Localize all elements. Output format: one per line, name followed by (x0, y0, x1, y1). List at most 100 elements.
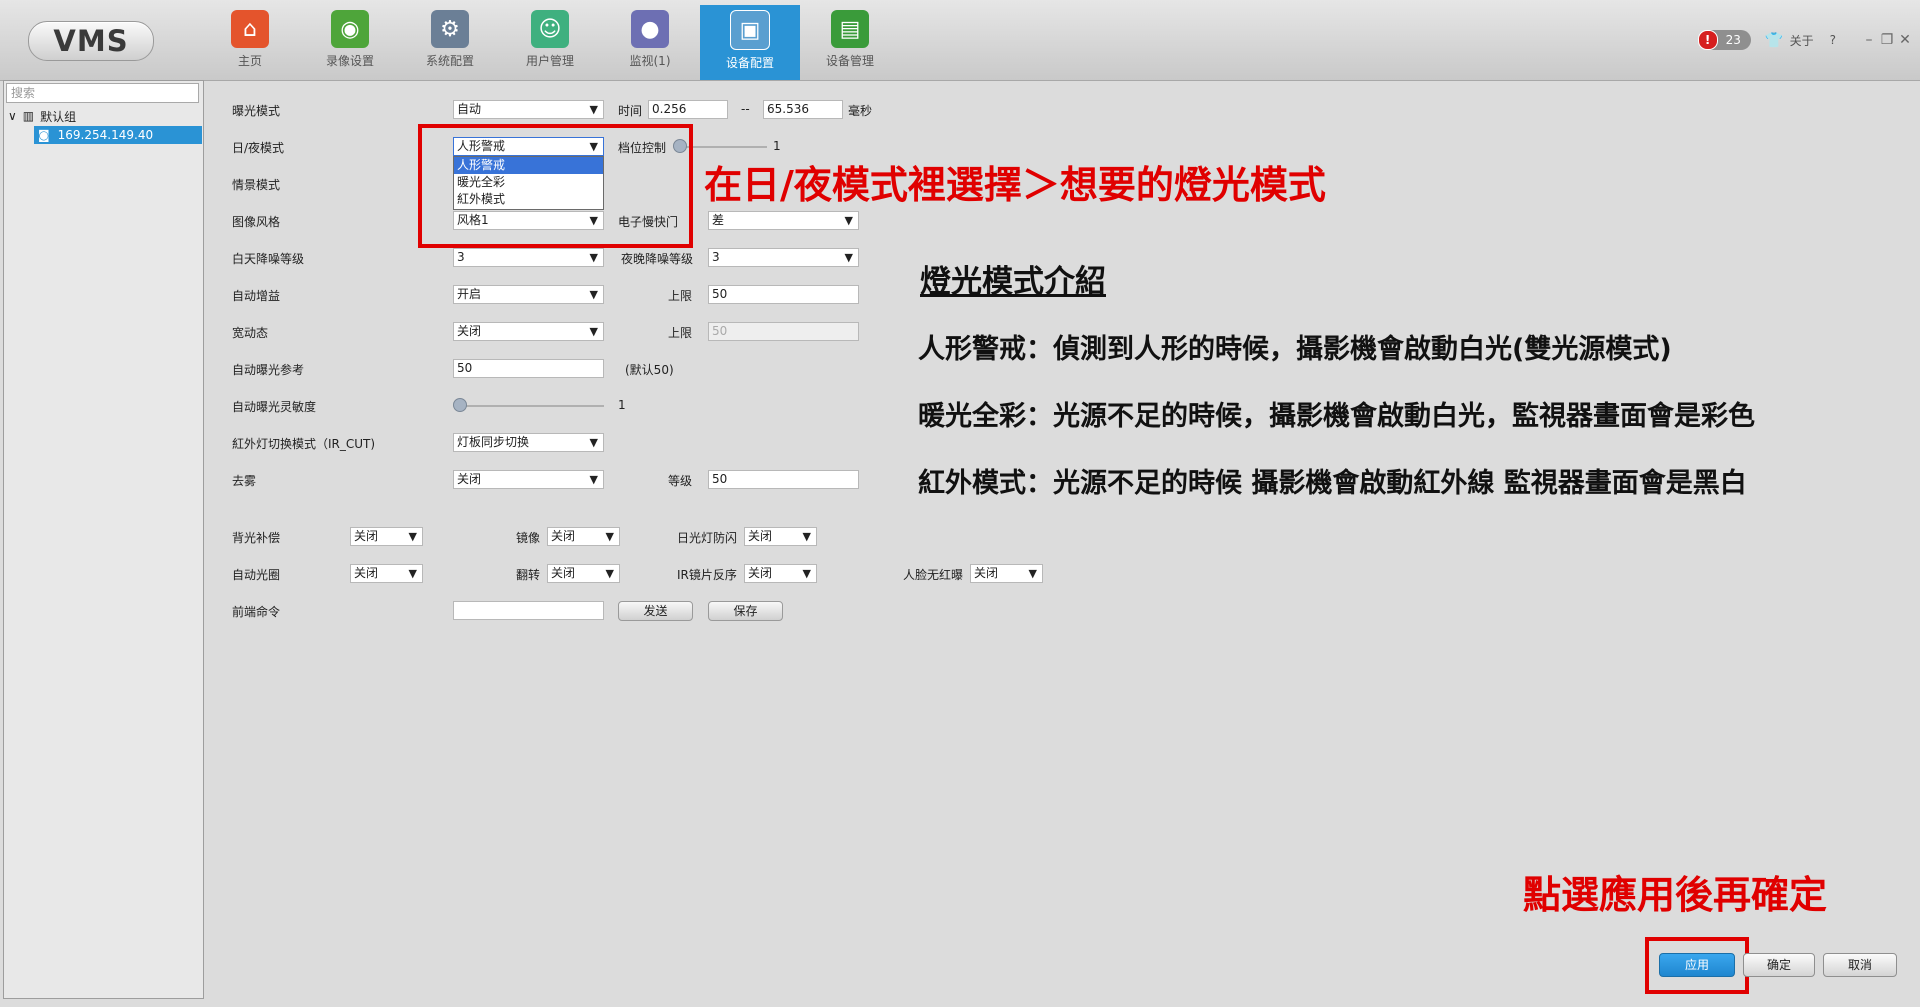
gear-control-value: 1 (773, 139, 781, 153)
intro-line-human-alert: 人形警戒：偵測到人形的時候，攝影機會啟動白光(雙光源模式) (918, 334, 1672, 365)
camera-icon: ◙ (38, 128, 50, 142)
about-link[interactable]: 👕 关于 (1765, 31, 1814, 49)
ae-sens-label: 自动曝光灵敏度 (232, 400, 317, 414)
help-button[interactable]: ? (1830, 33, 1836, 47)
auto-iris-select[interactable]: 关闭 ▼ (350, 564, 423, 583)
minimize-icon[interactable]: – (1860, 32, 1878, 48)
time-separator: -- (741, 102, 750, 116)
nav-record-settings[interactable]: ◉ 录像设置 (300, 5, 400, 80)
blc-select[interactable]: 关闭 ▼ (350, 527, 423, 546)
dropdown-arrow-icon: ▼ (1028, 567, 1037, 580)
tree-group-default[interactable]: ∨ ▥ 默认组 (8, 107, 76, 125)
about-label: 关于 (1789, 33, 1814, 48)
mirror-value: 关闭 (551, 529, 576, 543)
ir-swap-label: IR镜片反序 (677, 568, 737, 582)
dropdown-arrow-icon: ▼ (589, 325, 598, 338)
camera-icon: ● (631, 10, 669, 48)
select-hint-text: 在日/夜模式裡選擇＞想要的燈光模式 (704, 163, 1326, 207)
blc-label: 背光补偿 (232, 531, 281, 545)
alarm-count: 23 (1725, 33, 1741, 47)
ae-sens-value: 1 (618, 398, 626, 412)
time-unit: 毫秒 (848, 104, 873, 118)
nav-system-config-label: 系统配置 (425, 54, 474, 68)
nav-user-manage[interactable]: ☺ 用户管理 (500, 5, 600, 80)
chevron-down-icon: ∨ (8, 109, 17, 123)
time-min-input[interactable]: 0.256 (648, 100, 728, 119)
wdr-select[interactable]: 关闭 ▼ (453, 322, 604, 341)
save-button[interactable]: 保存 (708, 601, 783, 621)
nav-system-config[interactable]: ⚙ 系统配置 (400, 5, 500, 80)
time-max-input[interactable]: 65.536 (763, 100, 843, 119)
nav-monitor-label: 监视(1) (629, 54, 671, 68)
night-nr-select[interactable]: 3 ▼ (708, 248, 859, 267)
nav-record-settings-label: 录像设置 (325, 54, 374, 68)
apply-hint-text: 點選應用後再確定 (1523, 873, 1828, 917)
apply-button[interactable]: 应用 (1659, 953, 1735, 977)
scene-mode-label: 情景模式 (232, 178, 281, 192)
agc-limit-input[interactable]: 50 (708, 285, 859, 304)
mirror-label: 镜像 (516, 531, 541, 545)
flip-label: 翻转 (516, 568, 541, 582)
main-nav: ⌂ 主页 ◉ 录像设置 ⚙ 系统配置 ☺ 用户管理 ● 监视(1) ▣ 设备配置… (200, 5, 900, 80)
alarm-badge[interactable]: ! 23 (1697, 30, 1751, 50)
ae-sens-knob[interactable] (453, 398, 467, 412)
wdr-limit-input[interactable]: 50 (708, 322, 859, 341)
defog-label: 去雾 (232, 474, 257, 488)
device-config-icon: ▣ (730, 10, 770, 50)
anti-flicker-value: 关闭 (748, 529, 773, 543)
tree-device-item[interactable]: ◙ 169.254.149.40 (34, 126, 202, 144)
ae-sens-slider[interactable] (459, 405, 604, 407)
agc-label: 自动增益 (232, 289, 281, 303)
user-icon: ☺ (531, 10, 569, 48)
front-cmd-input[interactable] (453, 601, 604, 620)
exposure-mode-select[interactable]: 自动 ▼ (453, 100, 604, 119)
mirror-select[interactable]: 关闭 ▼ (547, 527, 620, 546)
defog-level-input[interactable]: 50 (708, 470, 859, 489)
ir-swap-select[interactable]: 关闭 ▼ (744, 564, 817, 583)
ae-ref-label: 自动曝光参考 (232, 363, 305, 377)
shirt-icon: 👕 (1764, 31, 1784, 49)
day-nr-select[interactable]: 3 ▼ (453, 248, 604, 267)
face-ir-value: 关闭 (974, 566, 999, 580)
nav-device-config[interactable]: ▣ 设备配置 (700, 5, 800, 80)
search-input[interactable]: 搜索 (6, 83, 199, 103)
nav-device-manage[interactable]: ▤ 设备管理 (800, 5, 900, 80)
face-ir-select[interactable]: 关闭 ▼ (970, 564, 1043, 583)
header-right: ! 23 👕 关于 ? – ❐ ✕ (1697, 28, 1920, 52)
agc-select[interactable]: 开启 ▼ (453, 285, 604, 304)
flip-select[interactable]: 关闭 ▼ (547, 564, 620, 583)
device-ip: 169.254.149.40 (57, 128, 154, 142)
dropdown-arrow-icon: ▼ (844, 251, 853, 264)
ir-swap-value: 关闭 (748, 566, 773, 580)
restore-icon[interactable]: ❐ (1878, 32, 1896, 48)
shutter-select[interactable]: 差 ▼ (708, 211, 859, 230)
ok-button[interactable]: 确定 (1743, 953, 1815, 977)
defog-select[interactable]: 关闭 ▼ (453, 470, 604, 489)
anti-flicker-label: 日光灯防闪 (677, 531, 738, 545)
exposure-mode-label: 曝光模式 (232, 104, 281, 118)
dropdown-arrow-icon: ▼ (408, 530, 417, 543)
face-ir-label: 人脸无红曝 (903, 568, 964, 582)
dropdown-arrow-icon: ▼ (605, 530, 614, 543)
ae-ref-input[interactable]: 50 (453, 359, 604, 378)
auto-iris-label: 自动光圈 (232, 568, 281, 582)
send-button[interactable]: 发送 (618, 601, 693, 621)
nav-monitor[interactable]: ● 监视(1) (600, 5, 700, 80)
nav-home[interactable]: ⌂ 主页 (200, 5, 300, 80)
close-icon[interactable]: ✕ (1896, 32, 1914, 48)
dropdown-arrow-icon: ▼ (802, 530, 811, 543)
ircut-select[interactable]: 灯板同步切换 ▼ (453, 433, 604, 452)
auto-iris-value: 关闭 (354, 566, 379, 580)
wdr-value: 关闭 (457, 324, 482, 338)
cancel-button[interactable]: 取消 (1823, 953, 1897, 977)
dropdown-arrow-icon: ▼ (605, 567, 614, 580)
time-label: 时间 (618, 104, 643, 118)
app-header: VMS ⌂ 主页 ◉ 录像设置 ⚙ 系统配置 ☺ 用户管理 ● 监视(1) ▣ … (0, 0, 1920, 81)
nav-device-config-label: 设备配置 (725, 56, 774, 70)
front-cmd-label: 前端命令 (232, 605, 281, 619)
dropdown-arrow-icon: ▼ (589, 103, 598, 116)
night-nr-value: 3 (712, 250, 720, 264)
intro-line-warm-color: 暖光全彩：光源不足的時候，攝影機會啟動白光，監視器畫面會是彩色 (918, 401, 1755, 432)
anti-flicker-select[interactable]: 关闭 ▼ (744, 527, 817, 546)
dropdown-arrow-icon: ▼ (589, 473, 598, 486)
